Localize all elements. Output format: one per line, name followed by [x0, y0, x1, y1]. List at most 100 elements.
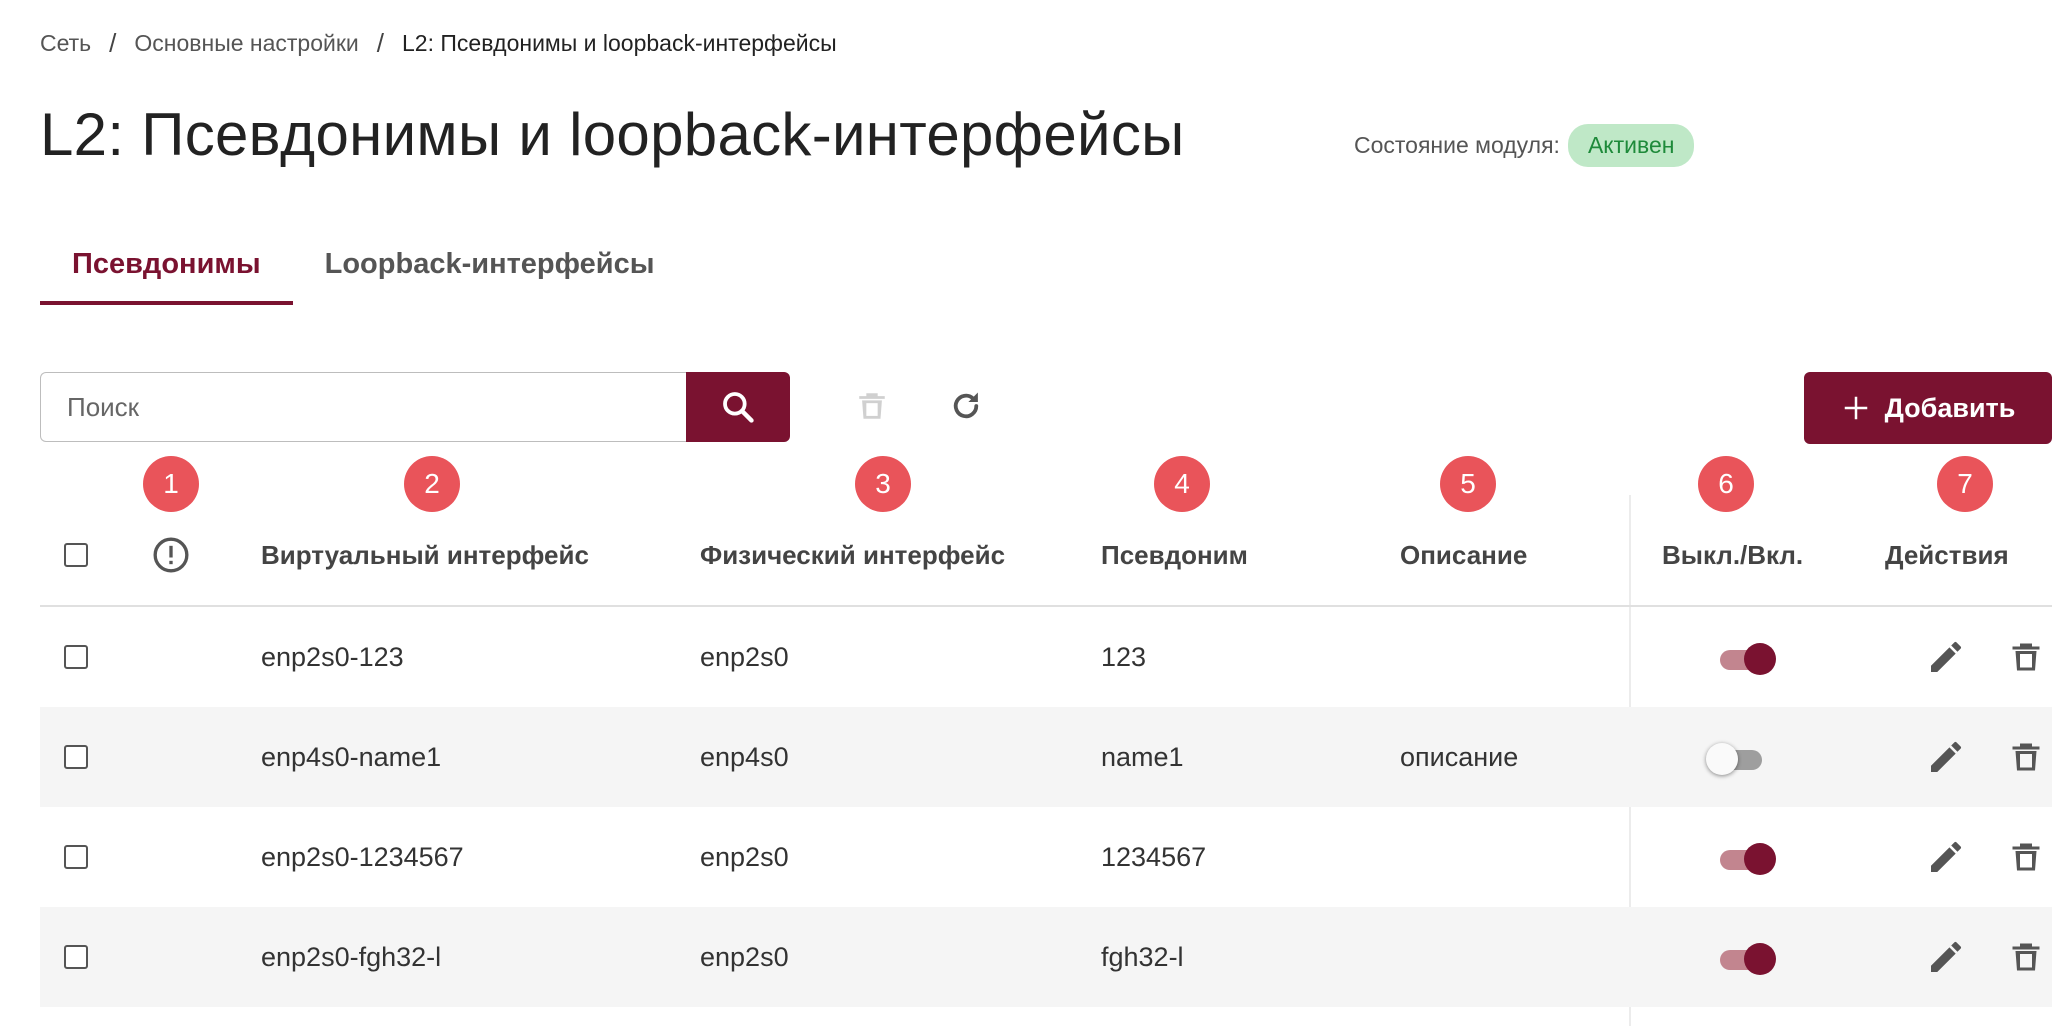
page-title: L2: Псевдонимы и loopback-интерфейсы: [40, 101, 1185, 168]
module-status: Состояние модуля: Активен: [1354, 124, 1695, 167]
delete-button[interactable]: [2006, 637, 2046, 677]
physical-interface-cell: enp4s0: [700, 741, 789, 772]
warning-icon: [153, 537, 189, 573]
trash-icon: [859, 393, 885, 419]
pencil-icon: [1931, 741, 1962, 772]
edit-button[interactable]: [1926, 737, 1966, 777]
marker-2: 2: [404, 456, 460, 512]
delete-cell: [2006, 607, 2046, 707]
column-header-actions: Действия: [1885, 539, 2009, 570]
table-row[interactable]: enp2s0-123 enp2s0 123: [40, 607, 2052, 707]
search-bar: [40, 372, 790, 442]
tab-loopback-interfaces[interactable]: Loopback-интерфейсы: [293, 240, 687, 305]
breadcrumb-separator: /: [109, 28, 117, 58]
column-header-virtual[interactable]: Виртуальный интерфейс: [261, 505, 589, 605]
pencil-icon: [1931, 841, 1962, 872]
row-checkbox[interactable]: [64, 645, 88, 669]
virtual-interface-cell: enp2s0-fgh32-l: [261, 941, 442, 972]
table-row[interactable]: enp4s0-name1 enp4s0 name1 описание: [40, 707, 2052, 807]
delete-button[interactable]: [2006, 737, 2046, 777]
row-checkbox[interactable]: [64, 745, 88, 769]
tab-aliases[interactable]: Псевдонимы: [40, 240, 293, 305]
row-checkbox[interactable]: [64, 945, 88, 969]
row-select-cell: [64, 807, 88, 907]
marker-7: 7: [1937, 456, 1993, 512]
marker-5: 5: [1440, 456, 1496, 512]
delete-selected-button[interactable]: [852, 386, 892, 426]
trash-icon: [2012, 643, 2040, 671]
trash-icon: [2012, 843, 2040, 871]
alias-cell: 1234567: [1101, 841, 1207, 872]
marker-1: 1: [143, 456, 199, 512]
edit-cell: [1926, 607, 1966, 707]
column-header-toggle: Выкл./Вкл.: [1662, 539, 1804, 570]
search-icon: [723, 392, 754, 423]
delete-cell: [2006, 707, 2046, 807]
select-all-cell: [64, 505, 88, 605]
add-button-label: Добавить: [1884, 392, 2016, 423]
select-all-checkbox[interactable]: [64, 543, 88, 567]
edit-button[interactable]: [1926, 837, 1966, 877]
enable-toggle[interactable]: [1720, 643, 1776, 675]
toggle-cell: [1706, 707, 1762, 807]
breadcrumb-separator: /: [376, 28, 385, 58]
edit-cell: [1926, 907, 1966, 1007]
alias-cell: 123: [1101, 641, 1147, 672]
physical-interface-cell: enp2s0: [700, 941, 789, 972]
row-select-cell: [64, 607, 88, 707]
breadcrumb: Сеть / Основные настройки / L2: Псевдони…: [40, 28, 837, 59]
breadcrumb-item-current: L2: Псевдонимы и loopback-интерфейсы: [402, 30, 837, 56]
enable-toggle[interactable]: [1706, 743, 1762, 775]
marker-6: 6: [1698, 456, 1754, 512]
delete-cell: [2006, 807, 2046, 907]
toggle-cell: [1720, 907, 1776, 1007]
table-row[interactable]: enp2s0-1234567 enp2s0 1234567: [40, 807, 2052, 907]
virtual-interface-cell: enp2s0-123: [261, 641, 404, 672]
trash-icon: [2012, 943, 2040, 971]
pencil-icon: [1931, 641, 1962, 672]
marker-3: 3: [855, 456, 911, 512]
description-cell: описание: [1400, 741, 1519, 772]
trash-icon: [2012, 743, 2040, 771]
warning-column-header: [151, 505, 191, 605]
virtual-interface-cell: enp2s0-1234567: [261, 841, 464, 872]
module-status-label: Состояние модуля:: [1354, 132, 1560, 158]
tab-bar: Псевдонимы Loopback-интерфейсы: [40, 240, 686, 305]
pencil-icon: [1931, 941, 1962, 972]
edit-button[interactable]: [1926, 637, 1966, 677]
toggle-cell: [1720, 807, 1776, 907]
aliases-table: Виртуальный интерфейс Физический интерфе…: [40, 505, 2052, 1007]
toggle-cell: [1720, 607, 1776, 707]
alias-cell: fgh32-l: [1101, 941, 1184, 972]
add-button[interactable]: Добавить: [1804, 372, 2052, 444]
enable-toggle[interactable]: [1720, 843, 1776, 875]
physical-interface-cell: enp2s0: [700, 841, 789, 872]
edit-cell: [1926, 807, 1966, 907]
search-input[interactable]: [40, 372, 686, 442]
column-header-physical[interactable]: Физический интерфейс: [700, 505, 1005, 605]
edit-button[interactable]: [1926, 937, 1966, 977]
column-header-alias[interactable]: Псевдоним: [1101, 505, 1248, 605]
search-button[interactable]: [686, 372, 790, 442]
refresh-icon: [953, 392, 979, 419]
row-select-cell: [64, 707, 88, 807]
delete-cell: [2006, 907, 2046, 1007]
enable-toggle[interactable]: [1720, 943, 1776, 975]
delete-button[interactable]: [2006, 837, 2046, 877]
table-row[interactable]: enp2s0-fgh32-l enp2s0 fgh32-l: [40, 907, 2052, 1007]
refresh-button[interactable]: [946, 386, 986, 426]
status-badge: Активен: [1567, 124, 1695, 167]
row-checkbox[interactable]: [64, 845, 88, 869]
edit-cell: [1926, 707, 1966, 807]
row-select-cell: [64, 907, 88, 1007]
alias-cell: name1: [1101, 741, 1184, 772]
delete-button[interactable]: [2006, 937, 2046, 977]
plus-icon: [1844, 396, 1867, 420]
breadcrumb-item-network[interactable]: Сеть: [40, 30, 91, 57]
breadcrumb-item-main-settings[interactable]: Основные настройки: [134, 30, 358, 57]
table-header: Виртуальный интерфейс Физический интерфе…: [40, 505, 2052, 607]
column-header-description[interactable]: Описание: [1400, 505, 1527, 605]
marker-4: 4: [1154, 456, 1210, 512]
virtual-interface-cell: enp4s0-name1: [261, 741, 442, 772]
physical-interface-cell: enp2s0: [700, 641, 789, 672]
